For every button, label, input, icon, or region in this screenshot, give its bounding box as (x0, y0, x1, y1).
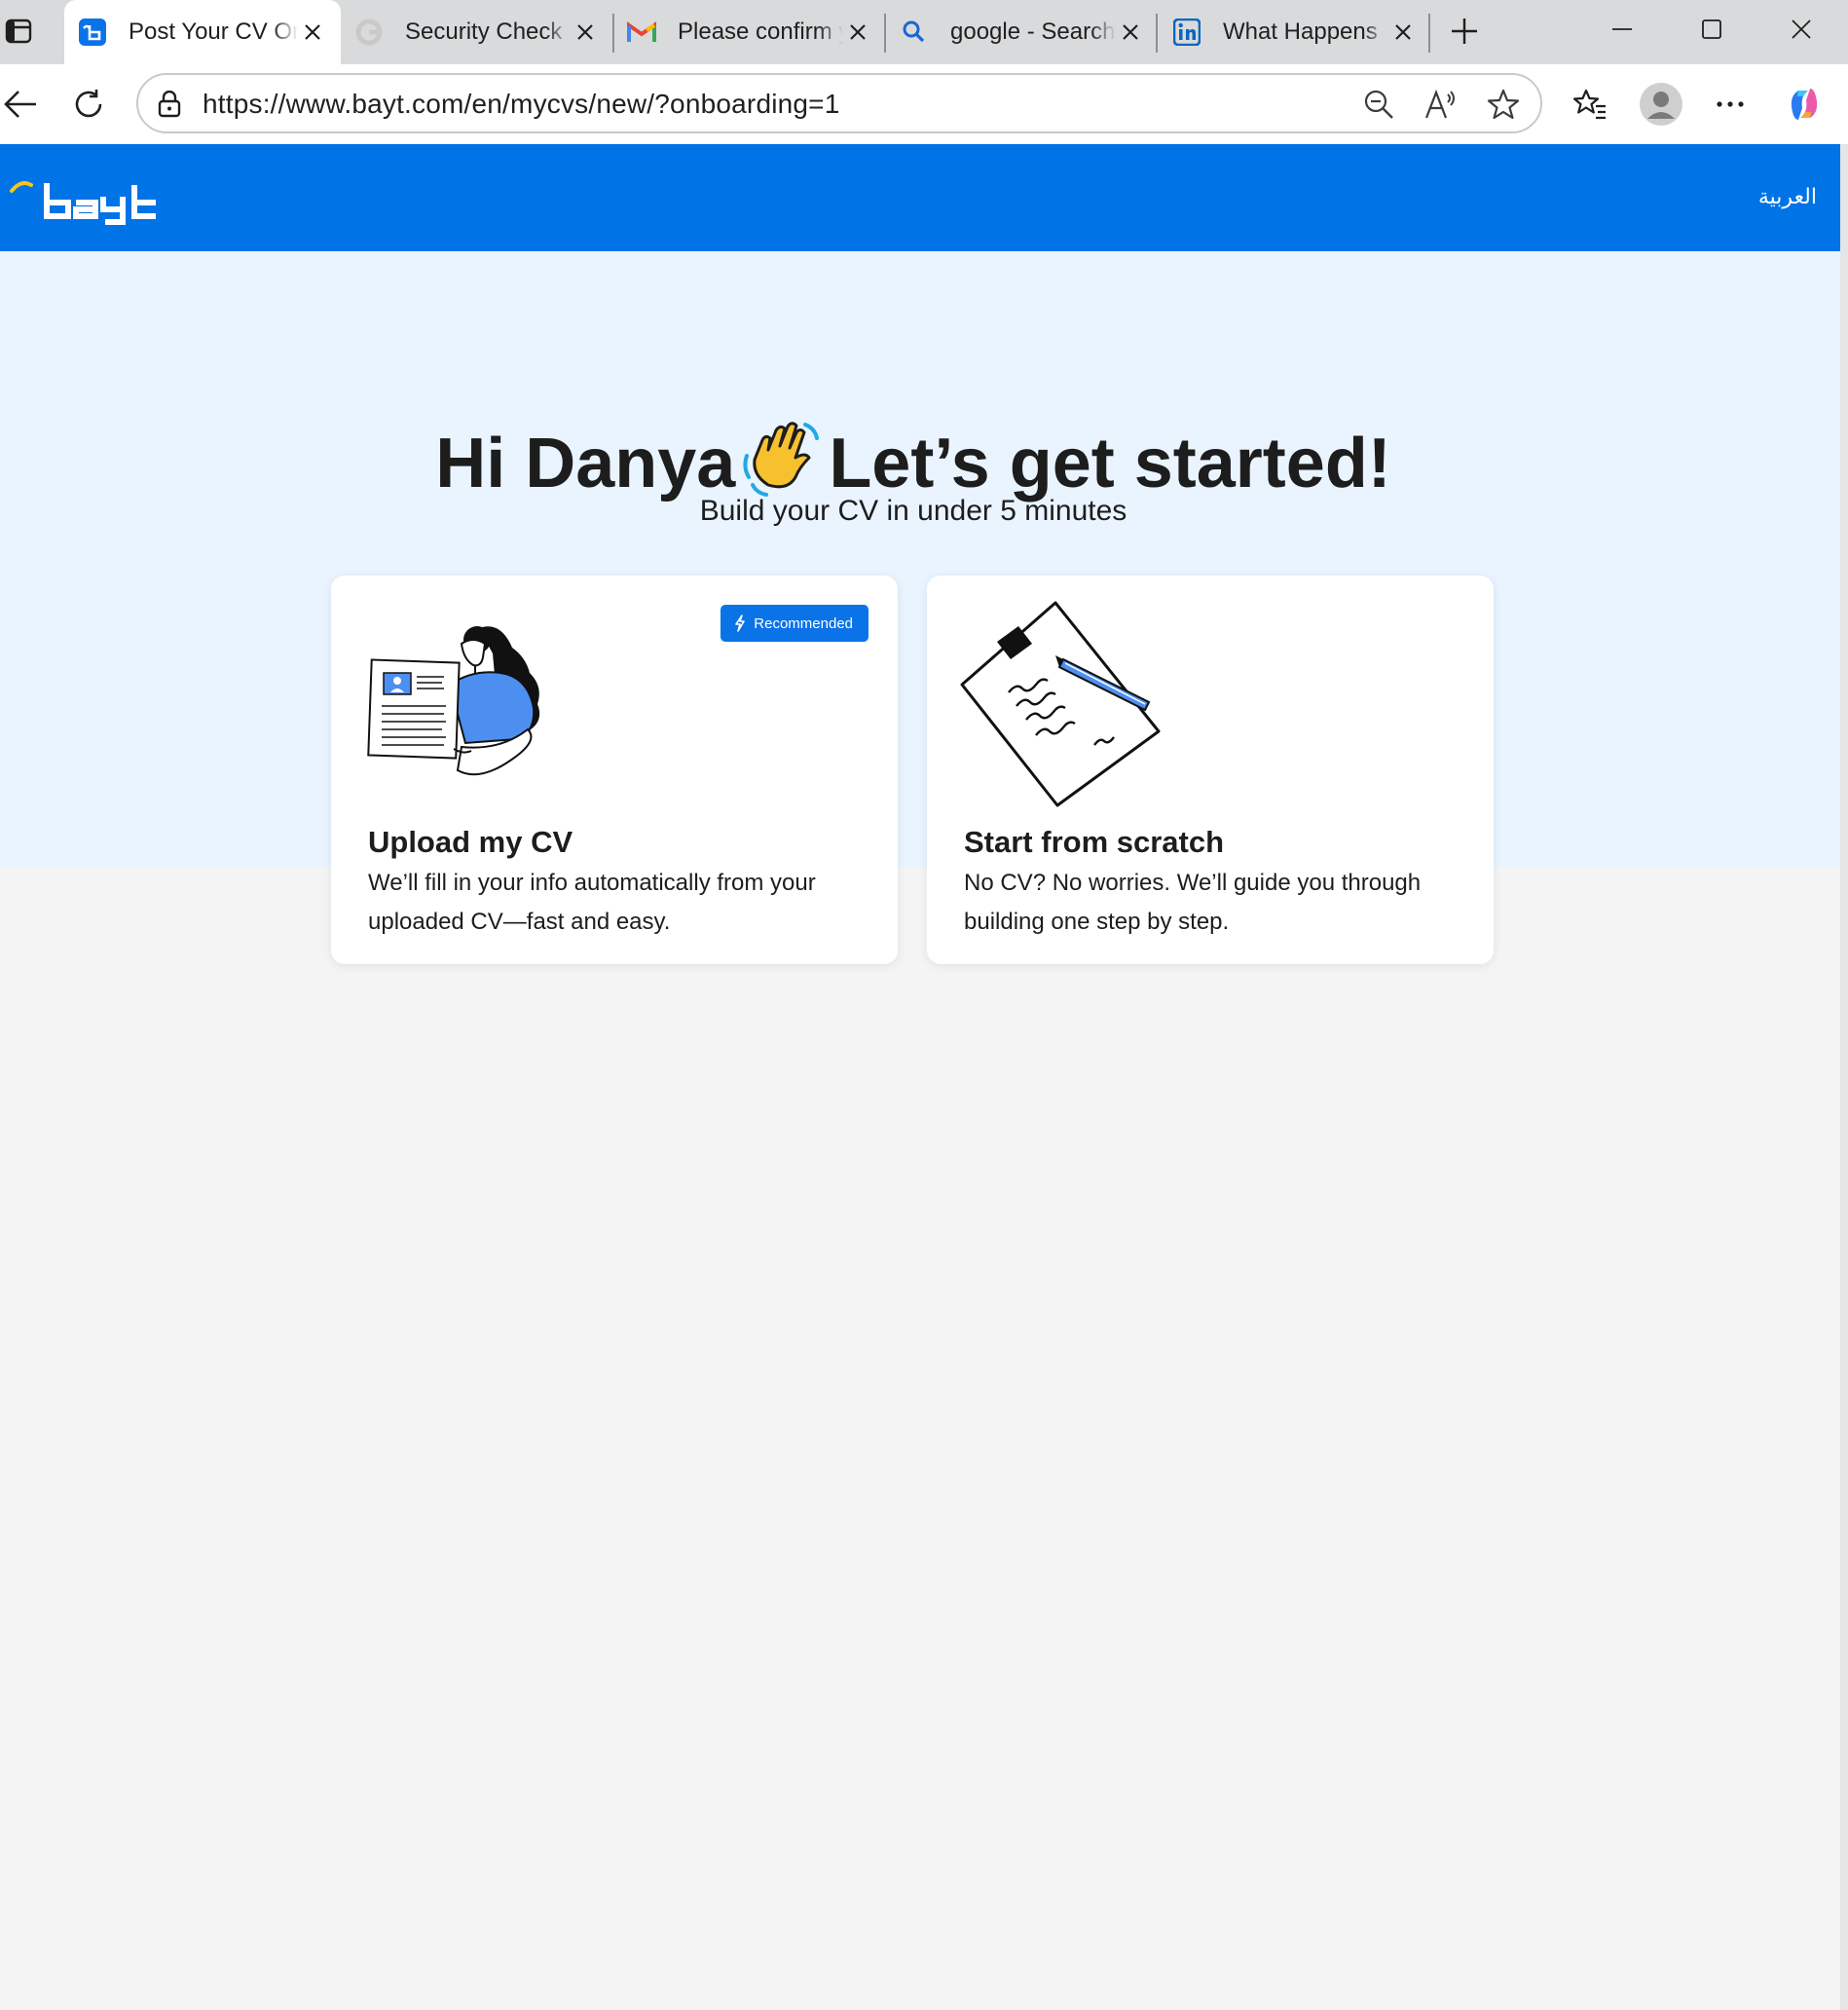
hero-section (0, 251, 1840, 867)
waving-hand-icon (741, 417, 823, 499)
copilot-icon[interactable] (1780, 80, 1829, 129)
bayt-logo-icon (10, 181, 156, 225)
favorite-star-icon[interactable] (1484, 85, 1523, 124)
close-icon[interactable] (298, 18, 327, 47)
page-viewport: العربية Hi Danya Let’s get started! Buil… (0, 144, 1840, 2004)
card-description: We’ll fill in your info automatically fr… (368, 870, 816, 935)
tab-bayt[interactable]: Post Your CV Online | Bayt.com (64, 0, 341, 64)
upload-cv-card[interactable]: Recommended Upload my CV We’ll fill in y… (331, 576, 898, 964)
close-icon[interactable] (1388, 18, 1418, 47)
search-icon (900, 18, 929, 47)
bayt-logo[interactable] (8, 173, 193, 232)
linkedin-icon (1172, 18, 1201, 47)
site-header: العربية (0, 144, 1840, 251)
zoom-out-icon[interactable] (1359, 85, 1398, 124)
read-aloud-icon[interactable] (1422, 85, 1460, 124)
close-icon[interactable] (843, 18, 872, 47)
lightning-icon (735, 614, 746, 632)
headline-text: Let’s get started! (829, 425, 1391, 502)
clipboard-pencil-illustration (958, 599, 1166, 818)
tab-title: google - Search (950, 19, 1116, 45)
tab-strip: Post Your CV Online | Bayt.com Security … (0, 0, 1848, 64)
card-title: Upload my CV (368, 825, 573, 859)
tab-separator (1428, 14, 1430, 53)
profile-avatar[interactable] (1636, 80, 1686, 129)
tab-title: Security Check (405, 19, 563, 45)
card-title: Start from scratch (964, 825, 1225, 859)
favorites-icon[interactable] (1566, 80, 1614, 129)
greeting-text: Hi Danya (435, 425, 736, 502)
minimize-button[interactable] (1593, 8, 1651, 51)
tab-linkedin[interactable]: What Happens (1159, 0, 1431, 64)
google-icon (354, 18, 384, 47)
close-window-button[interactable] (1772, 8, 1830, 51)
close-icon[interactable] (1116, 18, 1145, 47)
badge-label: Recommended (754, 614, 853, 632)
sidebar-toggle-icon[interactable] (2, 15, 35, 48)
url-text[interactable]: https://www.bayt.com/en/mycvs/new/?onboa… (203, 89, 840, 120)
woman-holding-cv-illustration (364, 614, 569, 795)
tab-title: Post Your CV Online | Bayt.com (129, 19, 298, 45)
page-title: Hi Danya Let’s get started! (0, 417, 1827, 503)
close-icon[interactable] (571, 18, 600, 47)
start-from-scratch-card[interactable]: Start from scratch No CV? No worries. We… (927, 576, 1494, 964)
gmail-icon (627, 18, 656, 47)
tab-google-search[interactable]: google - Search (886, 0, 1159, 64)
tab-gmail[interactable]: Please confirm your email (613, 0, 886, 64)
bayt-icon (78, 18, 107, 47)
maximize-button[interactable] (1682, 8, 1741, 51)
address-bar[interactable]: https://www.bayt.com/en/mycvs/new/?onboa… (136, 73, 1542, 133)
browser-window: Post Your CV Online | Bayt.com Security … (0, 0, 1848, 2010)
more-options-icon[interactable] (1706, 80, 1755, 129)
tab-security-check[interactable]: Security Check (341, 0, 613, 64)
browser-toolbar: https://www.bayt.com/en/mycvs/new/?onboa… (0, 64, 1848, 144)
page-subtitle: Build your CV in under 5 minutes (699, 495, 1127, 527)
card-description: No CV? No worries. We’ll guide you throu… (964, 870, 1422, 935)
recommended-badge: Recommended (721, 605, 869, 642)
back-button[interactable] (0, 80, 45, 129)
lock-icon[interactable] (152, 87, 187, 122)
tab-separator (1156, 14, 1158, 53)
tab-title: Please confirm your email (678, 19, 843, 45)
scrollbar-track[interactable] (1840, 144, 1848, 2010)
refresh-button[interactable] (64, 80, 113, 129)
new-tab-button[interactable] (1445, 12, 1484, 51)
tab-title: What Happens (1223, 19, 1378, 45)
arabic-language-link[interactable]: العربية (1758, 185, 1817, 209)
